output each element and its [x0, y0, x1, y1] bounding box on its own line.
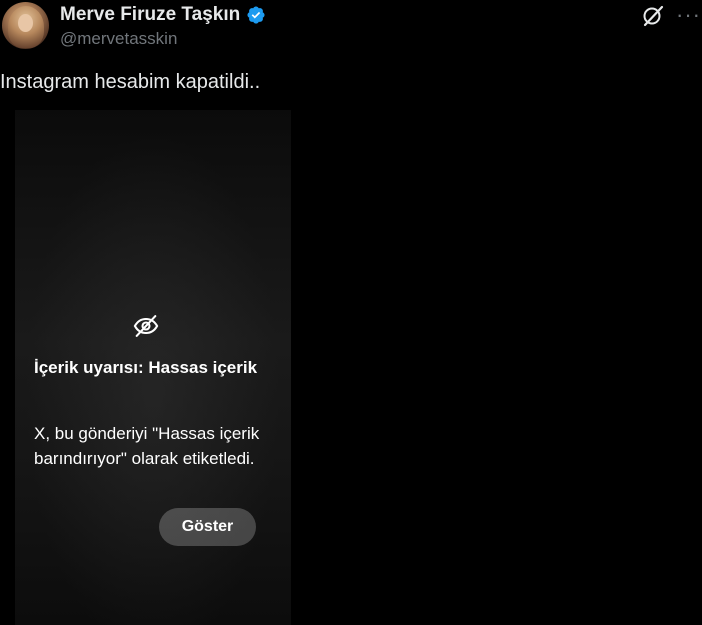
display-name[interactable]: Merve Firuze Taşkın [60, 4, 240, 26]
eye-off-icon [132, 312, 160, 340]
post: Merve Firuze Taşkın @mervetasskin ··· In… [0, 0, 702, 625]
author-row: Merve Firuze Taşkın [60, 4, 266, 26]
verified-badge-icon [246, 5, 266, 25]
sensitive-media-container[interactable]: İçerik uyarısı: Hassas içerik X, bu gönd… [15, 110, 291, 625]
show-media-button[interactable]: Göster [159, 508, 256, 546]
post-text: Instagram hesabim kapatildi.. [0, 71, 261, 93]
more-horizontal-icon[interactable]: ··· [676, 4, 700, 26]
avatar[interactable] [2, 2, 49, 49]
content-warning-title: İçerik uyarısı: Hassas içerik [34, 358, 258, 377]
handle[interactable]: @mervetasskin [60, 29, 177, 49]
grok-icon[interactable] [641, 4, 665, 28]
avatar-face [18, 14, 33, 32]
content-warning-description: X, bu gönderiyi "Hassas içerik barındırı… [34, 424, 260, 468]
